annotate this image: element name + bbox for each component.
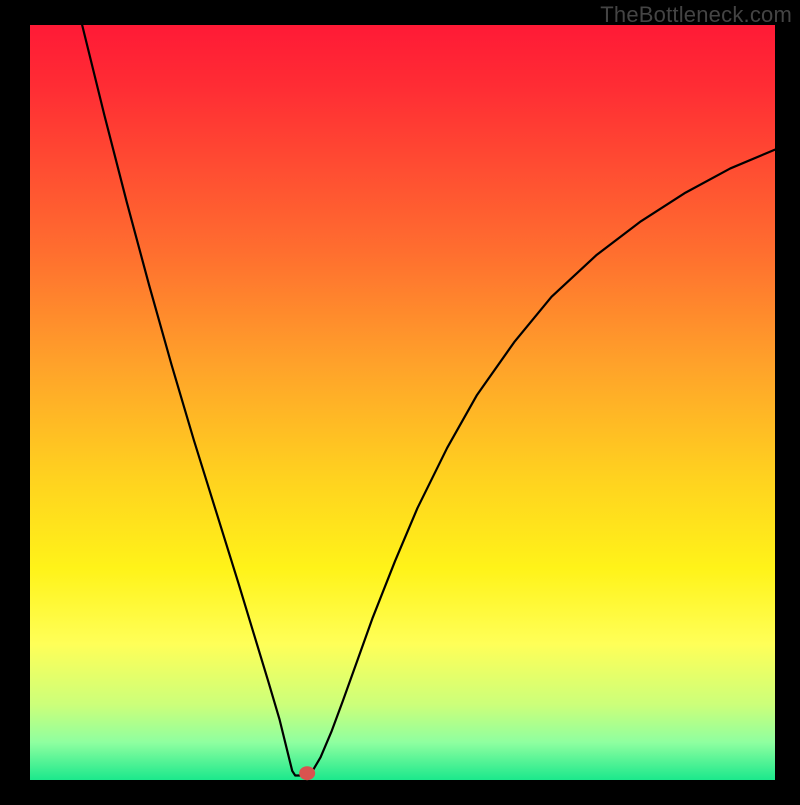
plot-background — [30, 25, 775, 780]
chart-svg — [0, 0, 800, 800]
minimum-marker — [299, 766, 315, 780]
chart-root — [0, 0, 800, 800]
watermark-text: TheBottleneck.com — [600, 2, 792, 28]
